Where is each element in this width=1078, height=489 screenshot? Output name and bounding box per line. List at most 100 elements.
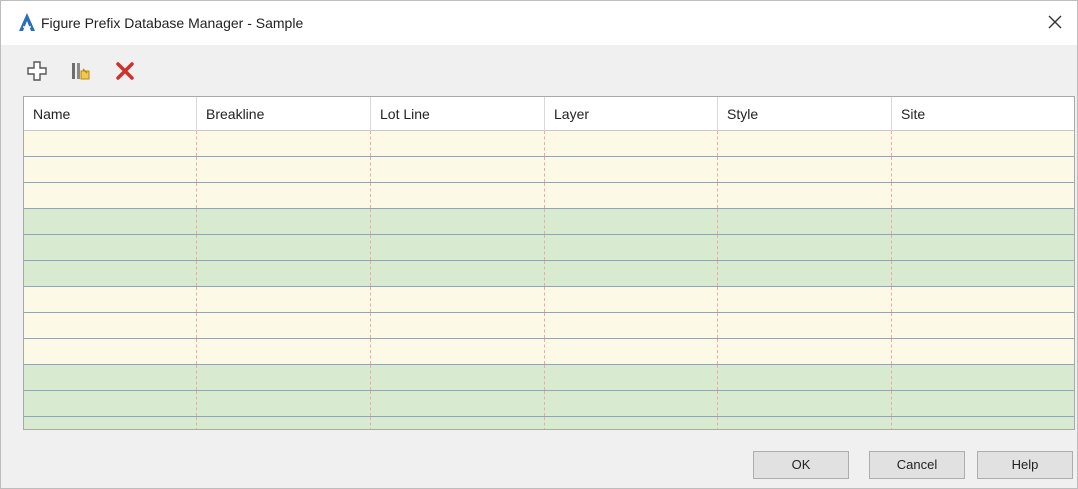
table-cell-style[interactable] bbox=[718, 339, 892, 364]
table-cell-name[interactable] bbox=[24, 339, 197, 364]
table-cell-site[interactable] bbox=[892, 391, 1074, 416]
figure-prefix-table[interactable]: Name Breakline Lot Line Layer Style Site bbox=[23, 96, 1075, 430]
table-cell-name[interactable] bbox=[24, 157, 197, 182]
column-header-site[interactable]: Site bbox=[892, 97, 1074, 131]
table-cell-layer[interactable] bbox=[545, 365, 718, 390]
table-cell-name[interactable] bbox=[24, 287, 197, 312]
table-cell-layer[interactable] bbox=[545, 235, 718, 260]
column-header-breakline[interactable]: Breakline bbox=[197, 97, 371, 131]
table-cell-style[interactable] bbox=[718, 235, 892, 260]
table-cell-breakline[interactable] bbox=[197, 391, 371, 416]
table-cell-site[interactable] bbox=[892, 417, 1074, 429]
table-cell-lot-line[interactable] bbox=[371, 209, 545, 234]
close-icon[interactable] bbox=[1043, 10, 1067, 34]
table-cell-breakline[interactable] bbox=[197, 365, 371, 390]
table-cell-lot-line[interactable] bbox=[371, 157, 545, 182]
table-cell-site[interactable] bbox=[892, 365, 1074, 390]
help-button[interactable]: Help bbox=[977, 451, 1073, 479]
table-cell-name[interactable] bbox=[24, 131, 197, 156]
table-cell-site[interactable] bbox=[892, 313, 1074, 338]
table-cell-breakline[interactable] bbox=[197, 261, 371, 286]
table-cell-breakline[interactable] bbox=[197, 313, 371, 338]
table-row[interactable] bbox=[24, 287, 1074, 313]
table-cell-site[interactable] bbox=[892, 157, 1074, 182]
table-cell-name[interactable] bbox=[24, 183, 197, 208]
delete-x-icon[interactable] bbox=[113, 59, 137, 83]
table-cell-layer[interactable] bbox=[545, 417, 718, 429]
table-cell-name[interactable] bbox=[24, 235, 197, 260]
table-cell-name[interactable] bbox=[24, 391, 197, 416]
table-cell-lot-line[interactable] bbox=[371, 313, 545, 338]
table-cell-name[interactable] bbox=[24, 417, 197, 429]
table-cell-style[interactable] bbox=[718, 365, 892, 390]
table-cell-name[interactable] bbox=[24, 365, 197, 390]
table-cell-style[interactable] bbox=[718, 131, 892, 156]
column-header-layer[interactable]: Layer bbox=[545, 97, 718, 131]
table-cell-lot-line[interactable] bbox=[371, 287, 545, 312]
table-cell-style[interactable] bbox=[718, 313, 892, 338]
table-cell-style[interactable] bbox=[718, 261, 892, 286]
table-cell-site[interactable] bbox=[892, 339, 1074, 364]
table-cell-site[interactable] bbox=[892, 209, 1074, 234]
table-cell-layer[interactable] bbox=[545, 313, 718, 338]
table-cell-breakline[interactable] bbox=[197, 157, 371, 182]
table-cell-style[interactable] bbox=[718, 287, 892, 312]
table-cell-layer[interactable] bbox=[545, 209, 718, 234]
column-header-name[interactable]: Name bbox=[24, 97, 197, 131]
table-cell-name[interactable] bbox=[24, 261, 197, 286]
table-cell-lot-line[interactable] bbox=[371, 131, 545, 156]
table-cell-style[interactable] bbox=[718, 209, 892, 234]
table-cell-name[interactable] bbox=[24, 209, 197, 234]
table-cell-style[interactable] bbox=[718, 417, 892, 429]
table-row[interactable] bbox=[24, 261, 1074, 287]
table-cell-layer[interactable] bbox=[545, 131, 718, 156]
table-cell-site[interactable] bbox=[892, 131, 1074, 156]
table-cell-lot-line[interactable] bbox=[371, 235, 545, 260]
table-row[interactable] bbox=[24, 313, 1074, 339]
table-cell-site[interactable] bbox=[892, 287, 1074, 312]
table-cell-lot-line[interactable] bbox=[371, 417, 545, 429]
table-cell-style[interactable] bbox=[718, 157, 892, 182]
table-cell-breakline[interactable] bbox=[197, 417, 371, 429]
table-cell-lot-line[interactable] bbox=[371, 365, 545, 390]
table-cell-breakline[interactable] bbox=[197, 235, 371, 260]
table-cell-breakline[interactable] bbox=[197, 287, 371, 312]
table-cell-breakline[interactable] bbox=[197, 209, 371, 234]
add-plus-icon[interactable] bbox=[25, 59, 49, 83]
table-cell-layer[interactable] bbox=[545, 339, 718, 364]
table-row[interactable] bbox=[24, 131, 1074, 157]
table-row[interactable] bbox=[24, 365, 1074, 391]
table-cell-lot-line[interactable] bbox=[371, 391, 545, 416]
table-cell-name[interactable] bbox=[24, 313, 197, 338]
table-cell-style[interactable] bbox=[718, 391, 892, 416]
table-cell-breakline[interactable] bbox=[197, 339, 371, 364]
column-header-lot-line[interactable]: Lot Line bbox=[371, 97, 545, 131]
table-cell-breakline[interactable] bbox=[197, 183, 371, 208]
title-bar: Figure Prefix Database Manager - Sample bbox=[1, 1, 1077, 45]
table-cell-breakline[interactable] bbox=[197, 131, 371, 156]
column-header-style[interactable]: Style bbox=[718, 97, 892, 131]
table-cell-layer[interactable] bbox=[545, 157, 718, 182]
table-cell-lot-line[interactable] bbox=[371, 261, 545, 286]
table-cell-style[interactable] bbox=[718, 183, 892, 208]
table-row[interactable] bbox=[24, 183, 1074, 209]
import-figure-icon[interactable] bbox=[69, 59, 93, 83]
table-cell-layer[interactable] bbox=[545, 287, 718, 312]
ok-button[interactable]: OK bbox=[753, 451, 849, 479]
table-cell-lot-line[interactable] bbox=[371, 339, 545, 364]
table-cell-layer[interactable] bbox=[545, 183, 718, 208]
table-cell-layer[interactable] bbox=[545, 391, 718, 416]
table-row[interactable] bbox=[24, 391, 1074, 417]
table-cell-lot-line[interactable] bbox=[371, 183, 545, 208]
table-row[interactable] bbox=[24, 417, 1074, 429]
table-row[interactable] bbox=[24, 235, 1074, 261]
table-row[interactable] bbox=[24, 339, 1074, 365]
table-cell-site[interactable] bbox=[892, 183, 1074, 208]
table-row[interactable] bbox=[24, 209, 1074, 235]
cancel-button[interactable]: Cancel bbox=[869, 451, 965, 479]
table-cell-layer[interactable] bbox=[545, 261, 718, 286]
table-cell-site[interactable] bbox=[892, 261, 1074, 286]
table-row[interactable] bbox=[24, 157, 1074, 183]
table-body bbox=[24, 131, 1074, 429]
table-cell-site[interactable] bbox=[892, 235, 1074, 260]
